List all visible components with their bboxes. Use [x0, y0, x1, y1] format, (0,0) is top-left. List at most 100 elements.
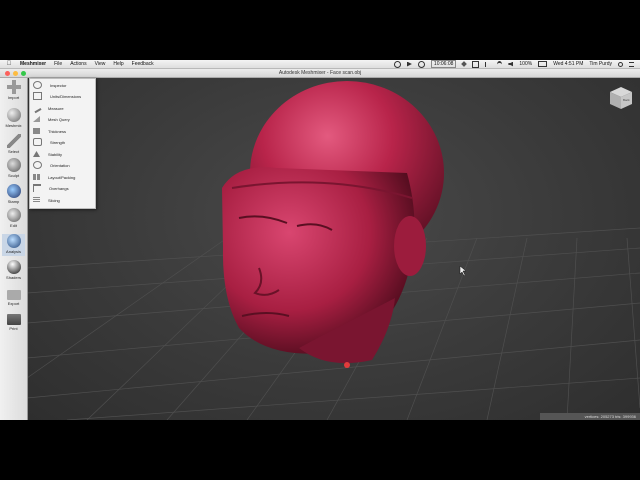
tool-select[interactable]: Select — [2, 134, 25, 156]
tool-import-label: Import — [7, 95, 20, 100]
wifi-icon[interactable] — [497, 60, 503, 68]
sculpt-brush-icon — [6, 158, 21, 172]
meshmix-sphere-icon — [6, 108, 21, 122]
window-titlebar: Autodesk Meshmixer - Face scan.obj — [0, 69, 640, 78]
menu-item-mesh-query[interactable]: Mesh Query — [32, 114, 93, 124]
notification-list-icon[interactable] — [629, 61, 634, 67]
tool-meshmix[interactable]: Meshmix — [2, 108, 25, 130]
layout-packing-icon — [33, 174, 40, 180]
menu-item-label: Strength — [50, 139, 66, 145]
orientation-icon — [33, 161, 42, 169]
menu-view[interactable]: View — [95, 61, 106, 67]
menu-item-label: Mesh Query — [48, 116, 70, 122]
view-cube[interactable]: Back — [608, 85, 634, 111]
clock-icon[interactable] — [417, 60, 425, 68]
tool-print-label: Print — [9, 326, 18, 331]
edit-sphere-icon — [6, 208, 21, 222]
overhangs-icon — [33, 184, 41, 192]
inspector-icon — [33, 81, 42, 89]
tool-analysis-label: Analysis — [6, 249, 21, 254]
tool-shaders-label: Shaders — [6, 275, 21, 280]
menu-item-layout-packing[interactable]: Layout/Packing — [32, 172, 93, 182]
tool-sculpt[interactable]: Sculpt — [2, 158, 25, 180]
menubar-datetime[interactable]: Wed 4:51 PM — [553, 61, 583, 67]
menu-item-label: Thickness — [48, 128, 67, 134]
recording-timer: 10:06:08 — [430, 60, 457, 68]
menubar-status-area: 10:06:08 100% Wed 4:51 PM Tim Purdy — [393, 60, 640, 68]
close-window-button[interactable] — [5, 70, 10, 76]
mac-menubar:  Meshmixer File Actions View Help Feedb… — [0, 60, 640, 69]
tool-shaders[interactable]: Shaders — [2, 260, 25, 282]
menu-help[interactable]: Help — [113, 61, 123, 67]
tool-meshmix-label: Meshmix — [5, 123, 22, 128]
tool-edit[interactable]: Edit — [2, 208, 25, 230]
strength-icon — [33, 138, 42, 146]
search-icon[interactable] — [618, 61, 623, 67]
plus-icon — [6, 80, 21, 94]
viewport-canvas — [27, 81, 640, 420]
screen-icon[interactable] — [472, 60, 480, 68]
slicing-icon — [33, 197, 40, 203]
thickness-icon — [33, 128, 40, 134]
menu-item-measure[interactable]: Measure — [31, 102, 93, 114]
volume-icon[interactable] — [508, 61, 514, 67]
stability-icon — [33, 151, 40, 157]
battery-icon[interactable] — [538, 61, 548, 67]
menu-item-thickness[interactable]: Thickness — [32, 126, 93, 136]
tool-analysis[interactable]: Analysis — [2, 234, 25, 256]
analysis-globe-icon — [6, 234, 21, 248]
window-controls — [5, 70, 26, 76]
bluetooth-icon[interactable] — [485, 61, 491, 67]
tool-export-label: Export — [7, 301, 20, 306]
menu-item-label: Units/Dimensions — [50, 93, 82, 99]
tool-select-label: Select — [7, 149, 20, 154]
window-title: Autodesk Meshmixer - Face scan.obj — [278, 70, 362, 76]
app-menu[interactable]: Meshmixer — [20, 61, 46, 67]
tool-stamp[interactable]: Stamp — [2, 184, 25, 206]
tool-print[interactable]: Print — [2, 314, 25, 336]
measure-icon — [31, 102, 42, 114]
pivot-point-marker[interactable] — [344, 362, 350, 368]
menu-item-overhangs[interactable]: Overhangs — [32, 183, 93, 193]
battery-percent: 100% — [519, 61, 533, 67]
tool-edit-label: Edit — [10, 223, 17, 228]
zoom-window-button[interactable] — [21, 70, 26, 76]
ruler-icon — [33, 92, 42, 100]
stamp-globe-icon — [6, 184, 21, 198]
tool-import[interactable]: Import — [2, 80, 25, 102]
menu-actions[interactable]: Actions — [70, 61, 86, 67]
mouse-cursor-icon — [459, 265, 467, 277]
select-brush-icon — [6, 134, 21, 148]
menu-item-stability[interactable]: Stability — [32, 149, 93, 159]
head-mesh-model[interactable] — [222, 81, 444, 364]
status-bar: vertices: 205273 tris: 399936 — [540, 413, 640, 420]
export-folder-icon — [6, 290, 21, 300]
menu-item-strength[interactable]: Strength — [32, 137, 93, 147]
menu-item-label: Stability — [48, 151, 63, 157]
play-icon[interactable] — [406, 61, 412, 67]
tool-stamp-label: Stamp — [7, 199, 20, 204]
menu-item-units-dimensions[interactable]: Units/Dimensions — [32, 91, 93, 101]
menu-feedback[interactable]: Feedback — [132, 61, 154, 67]
analysis-menu: Inspector Units/Dimensions Measure Mesh … — [29, 78, 96, 209]
view-cube-icon — [610, 87, 632, 109]
apple-menu-icon[interactable]:  — [6, 61, 12, 67]
menu-item-orientation[interactable]: Orientation — [32, 160, 93, 170]
menu-item-inspector[interactable]: Inspector — [32, 80, 93, 90]
shaders-ball-icon — [6, 260, 21, 274]
menu-item-label: Inspector — [50, 82, 67, 88]
menubar-user[interactable]: Tim Purdy — [589, 61, 612, 67]
tool-export[interactable]: Export — [2, 288, 25, 310]
3d-viewport[interactable]: Back vertices: 205273 tris: 399936 — [27, 78, 640, 420]
mesh-query-icon — [33, 116, 40, 122]
menu-item-slicing[interactable]: Slicing — [32, 195, 93, 205]
menu-file[interactable]: File — [54, 61, 62, 67]
left-toolbar: Import Meshmix Select Sculpt Stamp Edit … — [0, 78, 28, 420]
record-icon[interactable] — [393, 60, 401, 68]
menu-item-label: Orientation — [50, 162, 70, 168]
menu-item-label: Layout/Packing — [48, 174, 76, 180]
dropbox-icon[interactable] — [461, 61, 468, 67]
printer-icon — [6, 314, 21, 325]
minimize-window-button[interactable] — [13, 70, 18, 76]
tool-sculpt-label: Sculpt — [7, 173, 20, 178]
